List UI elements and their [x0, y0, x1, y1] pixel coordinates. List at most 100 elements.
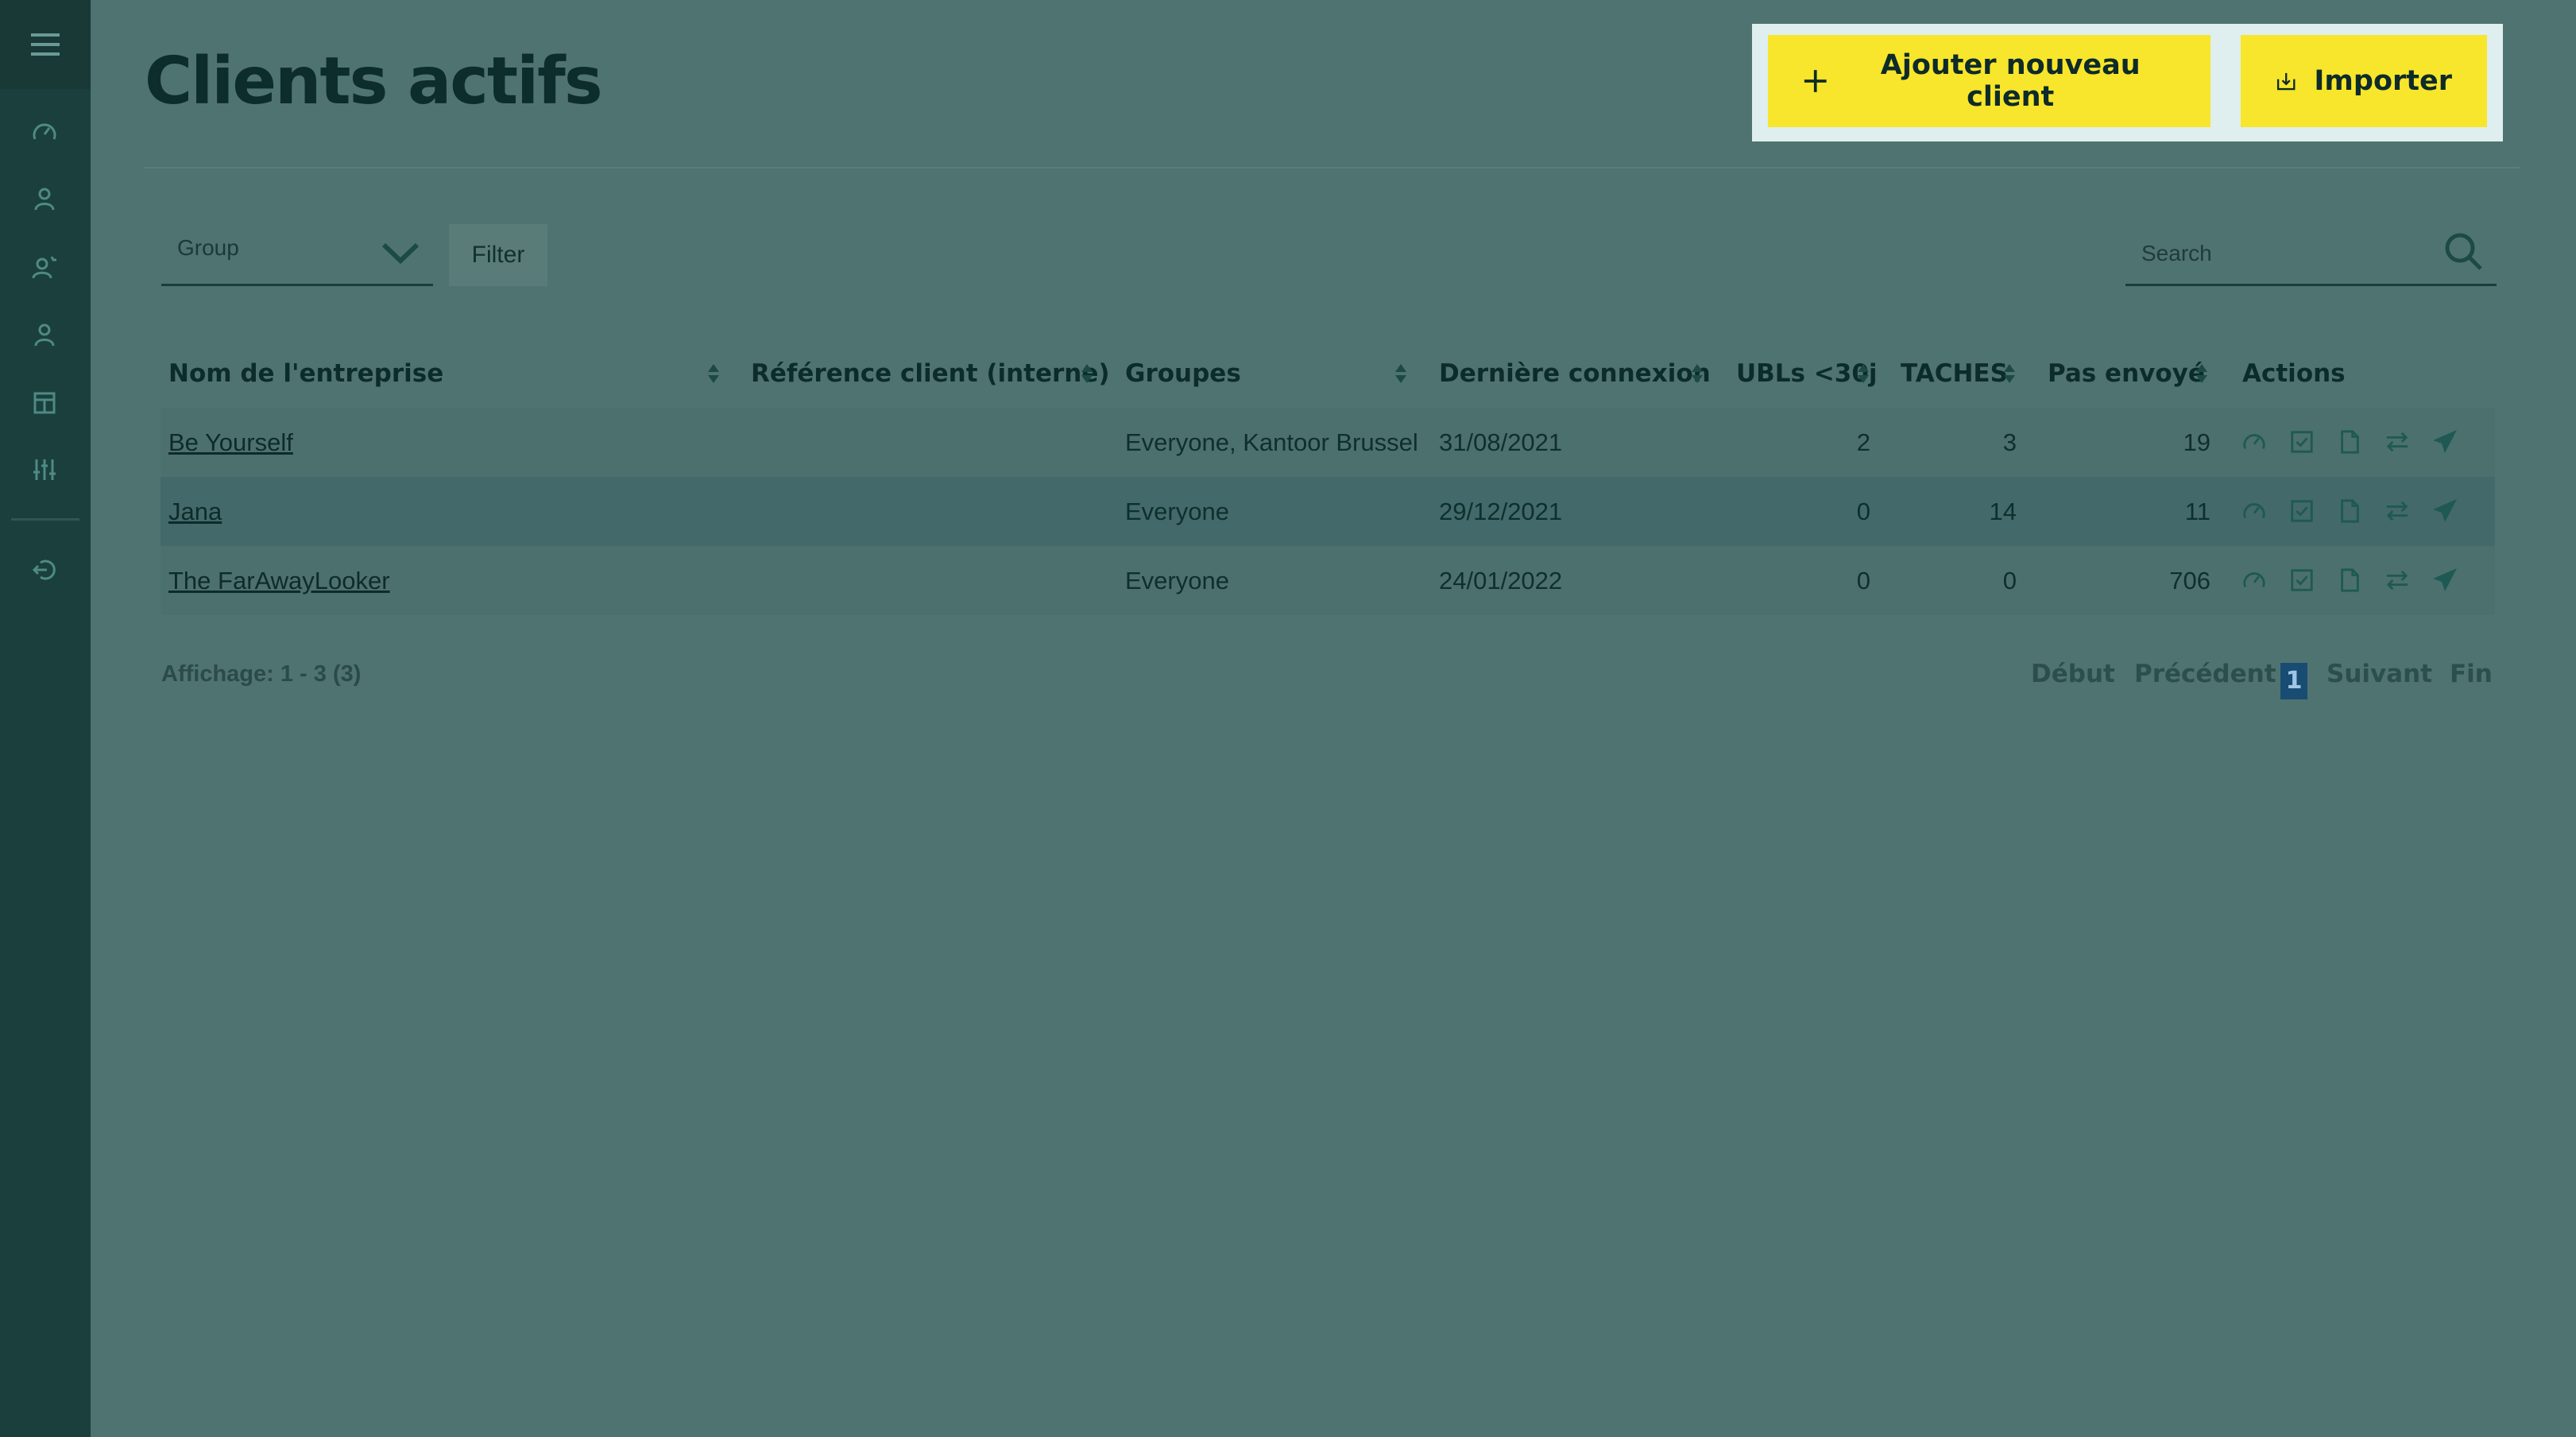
row-action-send[interactable]	[2431, 497, 2459, 525]
sort-icon[interactable]	[1080, 362, 1094, 385]
transfer-icon	[2386, 432, 2408, 452]
table-row: Be Yourself Everyone, Kantoor Brussel 31…	[161, 408, 2495, 477]
last-login-cell: 24/01/2022	[1439, 567, 1563, 595]
import-button[interactable]: Importer	[2241, 35, 2487, 127]
header-actions: Ajouter nouveau client Importer	[1752, 24, 2503, 141]
menu-toggle[interactable]	[0, 0, 91, 89]
tasks-cell: 14	[1989, 498, 2017, 525]
not-sent-cell: 706	[2169, 567, 2210, 595]
document-icon	[2341, 568, 2359, 592]
groups-cell: Everyone	[1125, 567, 1229, 595]
sidebar-item-dashboard[interactable]	[26, 114, 63, 150]
groups-cell: Everyone, Kantoor Brussel	[1125, 428, 1418, 456]
plus-icon	[1804, 70, 1827, 92]
menu-icon	[31, 33, 60, 56]
row-action-dashboard[interactable]	[2240, 497, 2269, 525]
row-action-document[interactable]	[2335, 566, 2364, 595]
sidebar-item-users[interactable]	[26, 316, 63, 353]
search-box	[2125, 224, 2497, 286]
send-icon	[2433, 430, 2457, 453]
last-login-cell: 31/08/2021	[1439, 428, 1563, 456]
pagination-next[interactable]: Suivant	[2327, 660, 2432, 688]
column-header-reference[interactable]: Référence client (interne)	[751, 354, 1110, 393]
company-link[interactable]: Be Yourself	[168, 408, 293, 477]
sidebar-item-shop[interactable]	[26, 384, 63, 420]
tasks-cell: 0	[2002, 567, 2017, 595]
sidebar-divider	[11, 518, 79, 521]
pagination-previous[interactable]: Précédent	[2134, 660, 2276, 688]
document-icon	[2341, 499, 2359, 523]
dashboard-icon	[2243, 503, 2265, 519]
table-row: The FarAwayLooker Everyone 24/01/2022 0 …	[161, 546, 2495, 615]
group-select[interactable]: Group	[161, 224, 433, 286]
filter-button[interactable]: Filter	[449, 224, 547, 286]
group-select-label: Group	[177, 235, 239, 260]
row-action-dashboard[interactable]	[2240, 566, 2269, 595]
not-sent-cell: 19	[2183, 428, 2210, 456]
sidebar-item-accountants[interactable]	[26, 249, 63, 285]
row-action-document[interactable]	[2335, 428, 2364, 456]
row-action-document[interactable]	[2335, 497, 2364, 525]
add-client-label: Ajouter nouveau client	[1880, 49, 2141, 113]
column-header-last-login[interactable]: Dernière connexion	[1439, 354, 1711, 393]
add-client-button[interactable]: Ajouter nouveau client	[1768, 35, 2210, 127]
ubls-cell: 0	[1856, 567, 1870, 595]
row-action-dashboard[interactable]	[2240, 428, 2269, 456]
sort-icon[interactable]	[1690, 362, 1704, 385]
header-divider	[145, 167, 2520, 168]
send-icon	[2433, 499, 2457, 522]
dashboard-icon	[2243, 434, 2265, 450]
search-icon[interactable]	[2441, 229, 2485, 273]
display-count: Affichage: 1 - 3 (3)	[161, 661, 362, 687]
logout-icon	[32, 560, 56, 580]
company-link[interactable]: The FarAwayLooker	[168, 546, 390, 615]
user-star-icon	[32, 256, 56, 279]
row-action-tasks[interactable]	[2288, 566, 2316, 595]
checkbox-icon	[2291, 569, 2313, 591]
last-login-cell: 29/12/2021	[1439, 498, 1563, 525]
pagination-current[interactable]: 1	[2280, 663, 2307, 699]
column-header-groups[interactable]: Groupes	[1125, 354, 1241, 393]
sidebar-item-settings[interactable]	[26, 451, 63, 488]
column-header-tasks[interactable]: TACHES	[1901, 354, 2008, 393]
search-input[interactable]	[2125, 224, 2427, 283]
sidebar-item-logout[interactable]	[26, 552, 63, 588]
dashboard-icon	[33, 123, 56, 140]
row-action-tasks[interactable]	[2288, 428, 2316, 456]
row-action-send[interactable]	[2431, 566, 2459, 595]
groups-cell: Everyone	[1125, 498, 1229, 525]
sort-icon[interactable]	[2195, 362, 2209, 385]
company-link[interactable]: Jana	[168, 477, 222, 546]
transfer-icon	[2386, 501, 2408, 521]
column-header-company[interactable]: Nom de l'entreprise	[168, 354, 443, 393]
row-action-tasks[interactable]	[2288, 497, 2316, 525]
ubls-cell: 2	[1856, 428, 1870, 456]
checkbox-icon	[2291, 500, 2313, 522]
page-title: Clients actifs	[145, 44, 603, 119]
import-label: Importer	[2314, 65, 2452, 97]
column-header-actions: Actions	[2242, 359, 2346, 388]
ubls-cell: 0	[1856, 498, 1870, 525]
pagination-last[interactable]: Fin	[2450, 660, 2493, 688]
row-action-transfer[interactable]	[2383, 428, 2412, 456]
sort-icon[interactable]	[1856, 362, 1870, 385]
sort-icon[interactable]	[706, 362, 721, 385]
not-sent-cell: 11	[2184, 498, 2210, 525]
pagination-first[interactable]: Début	[2031, 660, 2115, 688]
transfer-icon	[2386, 570, 2408, 591]
column-header-not-sent[interactable]: Pas envoyé	[2048, 354, 2205, 393]
user-group-icon	[34, 323, 55, 347]
sort-icon[interactable]	[2002, 362, 2017, 385]
checkbox-icon	[2291, 431, 2313, 453]
shop-icon	[33, 392, 56, 414]
table-row: Jana Everyone 29/12/2021 0 14 11	[161, 477, 2495, 546]
sidebar-item-clients[interactable]	[26, 180, 63, 217]
row-action-transfer[interactable]	[2383, 566, 2412, 595]
row-action-transfer[interactable]	[2383, 497, 2412, 525]
sort-icon[interactable]	[1394, 362, 1408, 385]
send-icon	[2433, 568, 2457, 591]
sidebar	[0, 0, 91, 1437]
chevron-down-icon	[381, 242, 420, 265]
user-icon	[34, 188, 55, 211]
row-action-send[interactable]	[2431, 428, 2459, 456]
